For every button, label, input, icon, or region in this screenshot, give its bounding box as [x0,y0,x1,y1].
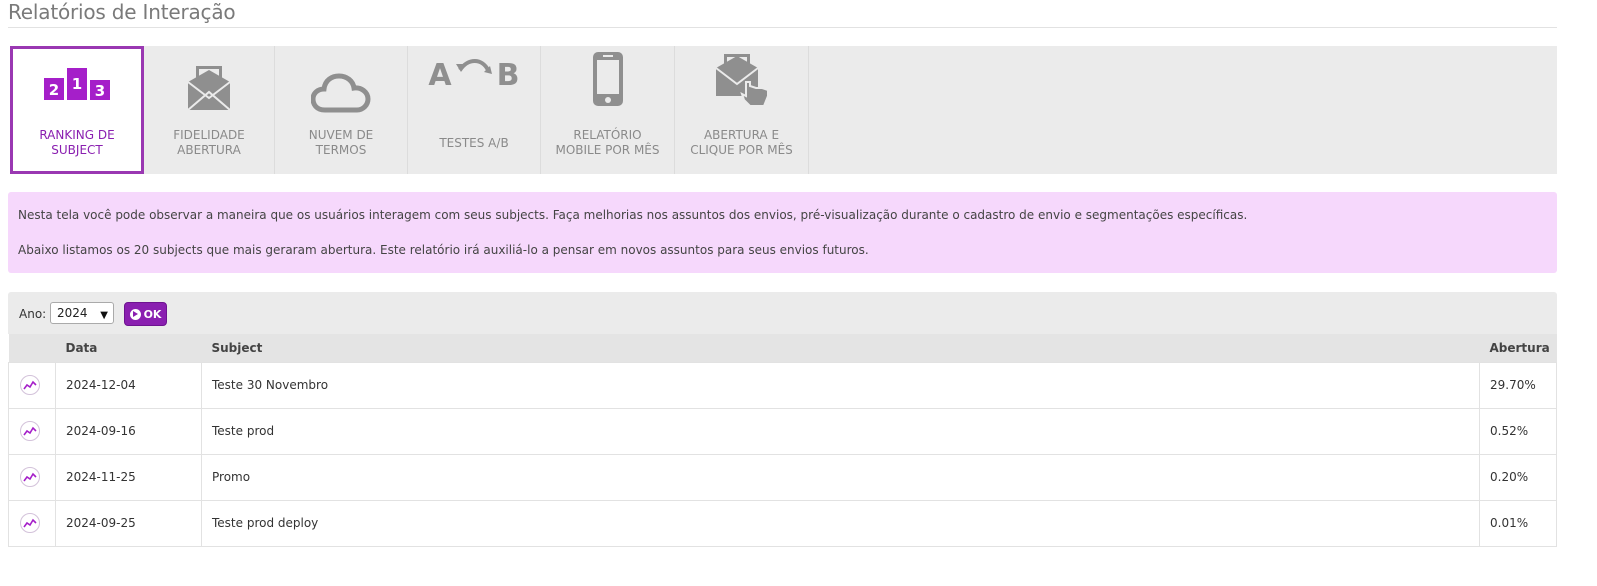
table-header-row: Data Subject Abertura [8,334,1557,362]
play-icon [129,308,141,320]
trend-chart-icon[interactable] [20,421,40,441]
table-row: 2024-11-25 Promo 0.20% [8,453,1557,501]
info-box: Nesta tela você pode observar a maneira … [8,192,1557,273]
trend-chart-icon[interactable] [20,513,40,533]
tab-label-line2: TERMOS [315,143,367,157]
tab-label-line1: RANKING DE [39,128,115,142]
svg-text:B: B [497,58,520,92]
page-title: Relatórios de Interação [8,0,236,24]
tab-label-line1: ABERTURA E [703,128,780,142]
tab-label-line2: CLIQUE POR MÊS [690,143,793,157]
subject-ranking-table: Data Subject Abertura 2024-12-04 Teste 3… [8,334,1557,547]
year-select-value: 2024 [57,306,88,320]
tab-fidelidade-abertura[interactable]: FIDELIDADE ABERTURA [144,46,275,174]
ab-test-icon: A B [408,52,540,112]
header-icon-col [8,334,56,362]
cell-abertura: 0.01% [1479,499,1557,547]
header-abertura[interactable]: Abertura [1479,334,1557,362]
ok-button-label: OK [143,307,162,321]
cell-abertura: 29.70% [1479,361,1557,409]
table-row: 2024-09-25 Teste prod deploy 0.01% [8,499,1557,547]
title-divider [8,27,1557,28]
cell-abertura: 0.20% [1479,453,1557,501]
cell-subject: Teste prod deploy [201,499,1480,547]
cell-data: 2024-09-16 [55,407,202,455]
trend-chart-icon[interactable] [20,467,40,487]
tab-label-line1: FIDELIDADE [173,128,245,142]
year-select[interactable]: 2024 ▼ [50,302,114,324]
ranking-podium-icon: 2 1 3 [13,64,141,124]
ok-button[interactable]: OK [124,302,167,326]
svg-text:A: A [428,58,452,92]
tab-label-line1: NUVEM DE [308,128,374,142]
cell-data: 2024-12-04 [55,361,202,409]
tab-label-line2: ABERTURA [177,143,241,157]
tab-testes-ab[interactable]: A B TESTES A/B [408,46,541,174]
svg-text:2: 2 [49,81,59,99]
cell-subject: Teste 30 Novembro [201,361,1480,409]
chevron-down-icon: ▼ [100,310,108,321]
tab-ranking-de-subject[interactable]: 2 1 3 RANKING DE SUBJECT [10,46,144,174]
envelope-click-icon [675,52,808,112]
header-data[interactable]: Data [55,334,202,362]
cloud-icon [275,64,407,124]
tab-relatorio-mobile-por-mes[interactable]: RELATÓRIO MOBILE POR MÊS [541,46,675,174]
tab-label-line1: RELATÓRIO [573,128,642,142]
svg-text:1: 1 [72,75,82,93]
info-text-line2: Abaixo listamos os 20 subjects que mais … [18,243,869,257]
year-filter-bar: Ano: 2024 ▼ OK [8,292,1557,334]
cell-abertura: 0.52% [1479,407,1557,455]
table-row: 2024-09-16 Teste prod 0.52% [8,407,1557,455]
tab-nuvem-de-termos[interactable]: NUVEM DE TERMOS [275,46,408,174]
cell-subject: Promo [201,453,1480,501]
cell-data: 2024-11-25 [55,453,202,501]
year-label: Ano: [19,307,47,321]
tab-label-line2: SUBJECT [51,143,103,157]
table-row: 2024-12-04 Teste 30 Novembro 29.70% [8,361,1557,409]
info-text-line1: Nesta tela você pode observar a maneira … [18,208,1248,222]
report-tabbar: 2 1 3 RANKING DE SUBJECT FIDELIDADE ABER… [10,46,1557,174]
tab-label-line2: MOBILE POR MÊS [555,143,660,157]
tab-label-line1: TESTES A/B [439,136,509,150]
tab-abertura-e-clique-por-mes[interactable]: ABERTURA E CLIQUE POR MÊS [675,46,809,174]
cell-data: 2024-09-25 [55,499,202,547]
smartphone-icon [541,50,674,110]
header-subject[interactable]: Subject [201,334,1480,362]
svg-text:3: 3 [95,82,105,100]
cell-subject: Teste prod [201,407,1480,455]
envelope-open-icon [144,64,274,124]
trend-chart-icon[interactable] [20,375,40,395]
